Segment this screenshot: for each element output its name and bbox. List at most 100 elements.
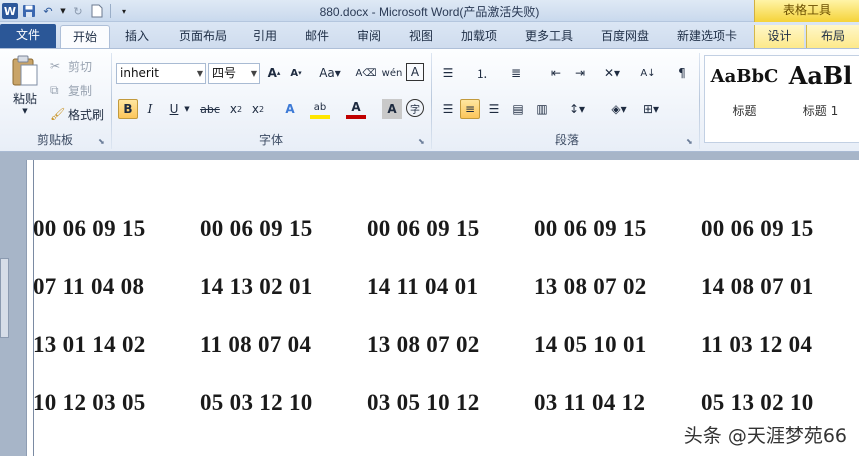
increase-indent-icon[interactable]: ⇥ (570, 63, 590, 83)
character-shading-icon[interactable]: A (382, 99, 402, 119)
copy-button[interactable]: ⧉ 复制 (50, 81, 92, 99)
underline-dropdown-icon[interactable]: ▼ (182, 99, 192, 119)
phonetic-guide-icon[interactable]: wén (382, 63, 403, 83)
tab-insert[interactable]: 插入 (116, 25, 158, 48)
sort-icon[interactable]: A↓ (638, 63, 658, 83)
tab-review[interactable]: 审阅 (350, 25, 388, 48)
align-center-icon[interactable]: ≡ (460, 99, 480, 119)
tab-baidu-netdisk[interactable]: 百度网盘 (594, 25, 656, 48)
align-left-icon[interactable]: ☰ (438, 99, 458, 119)
tab-table-layout[interactable]: 布局 (806, 25, 859, 48)
style-title[interactable]: AaBbC 标题 (707, 58, 782, 142)
style-heading-1[interactable]: AaBl 标题 1 (783, 58, 858, 142)
bullets-icon[interactable]: ☰ (438, 63, 458, 83)
cut-button[interactable]: ✂ 剪切 (50, 57, 92, 75)
show-formatting-marks-icon[interactable]: ¶ (672, 63, 692, 83)
document-page[interactable]: 00 06 09 15 00 06 09 15 00 06 09 15 00 0… (26, 160, 859, 456)
table-cell[interactable]: 00 06 09 15 (534, 216, 647, 242)
enclose-characters-icon[interactable]: 字 (406, 99, 424, 117)
tab-table-design[interactable]: 设计 (754, 25, 804, 48)
paragraph-launcher-icon[interactable]: ⬊ (686, 137, 693, 146)
paragraph-group-label: 段落 (554, 133, 579, 147)
document-area: 00 06 09 15 00 06 09 15 00 06 09 15 00 0… (0, 152, 859, 456)
clipboard-group-label: 剪贴板 (36, 133, 73, 147)
decrease-indent-icon[interactable]: ⇤ (546, 63, 566, 83)
strikethrough-button[interactable]: abc (198, 99, 222, 119)
grow-font-icon[interactable]: A ▴ (264, 63, 284, 83)
text-effects-icon[interactable]: A (280, 99, 300, 119)
table-cell[interactable]: 14 08 07 01 (701, 274, 814, 300)
chinese-layout-icon[interactable]: ✕▾ (598, 63, 626, 83)
tab-more-tools[interactable]: 更多工具 (518, 25, 580, 48)
italic-button[interactable]: I (140, 99, 160, 119)
align-right-icon[interactable]: ☰ (484, 99, 504, 119)
font-group-label: 字体 (258, 133, 283, 147)
bold-button[interactable]: B (118, 99, 138, 119)
table-cell[interactable]: 13 08 07 02 (534, 274, 647, 300)
tab-home[interactable]: 开始 (60, 25, 110, 48)
ribbon-home: 粘贴 ▼ ✂ 剪切 ⧉ 复制 🖌 格式刷 剪贴板 ⬊ inherit ▼ 四号 ▼ A… (0, 48, 859, 152)
window-title: 880.docx - Microsoft Word(产品激活失败) (319, 5, 540, 19)
paste-label: 粘贴 (12, 92, 37, 106)
tab-view[interactable]: 视图 (402, 25, 440, 48)
table-cell[interactable]: 03 11 04 12 (534, 390, 645, 416)
font-size-value: 四号 (212, 66, 237, 80)
numbering-icon[interactable]: ⒈ (472, 63, 492, 83)
table-cell[interactable]: 10 12 03 05 (33, 390, 146, 416)
table-cell[interactable]: 13 08 07 02 (367, 332, 480, 358)
table-cell[interactable]: 00 06 09 15 (200, 216, 313, 242)
justify-icon[interactable]: ▤ (508, 99, 528, 119)
style-heading-1-name: 标题 1 (802, 104, 839, 118)
tab-mailings[interactable]: 邮件 (298, 25, 336, 48)
borders-icon[interactable]: ⊞▾ (638, 99, 664, 119)
tab-add-ins[interactable]: 加载项 (454, 25, 504, 48)
clipboard-launcher-icon[interactable]: ⬊ (98, 137, 105, 146)
font-color-icon[interactable]: A (346, 99, 366, 119)
table-cell[interactable]: 14 05 10 01 (534, 332, 647, 358)
table-cell[interactable]: 00 06 09 15 (701, 216, 814, 242)
ribbon-tabs: 文件 开始 插入 页面布局 引用 邮件 审阅 视图 加载项 更多工具 百度网盘 … (0, 22, 859, 48)
tab-page-layout[interactable]: 页面布局 (170, 25, 236, 48)
left-navigation-tab[interactable] (0, 258, 9, 338)
highlight-color-icon[interactable]: ab (310, 99, 330, 119)
table-tools-context-title: 表格工具 (754, 0, 859, 22)
distributed-icon[interactable]: ▥ (532, 99, 552, 119)
cut-label: 剪切 (68, 59, 93, 74)
character-border-icon[interactable]: A (406, 63, 424, 81)
shading-icon[interactable]: ◈▾ (606, 99, 632, 119)
table-cell[interactable]: 11 08 07 04 (200, 332, 311, 358)
format-painter-button[interactable]: 🖌 格式刷 (50, 105, 104, 123)
table-cell[interactable]: 14 13 02 01 (200, 274, 313, 300)
table-cell[interactable]: 05 03 12 10 (200, 390, 313, 416)
tab-new-tab[interactable]: 新建选项卡 (670, 25, 744, 48)
font-size-combo[interactable]: 四号 ▼ (208, 63, 260, 84)
paste-button[interactable]: 粘贴 ▼ (6, 55, 44, 121)
style-title-name: 标题 (732, 104, 757, 118)
font-name-combo[interactable]: inherit ▼ (116, 63, 206, 84)
table-cell[interactable]: 13 01 14 02 (33, 332, 146, 358)
chevron-down-icon: ▼ (196, 69, 203, 78)
table-cell[interactable]: 03 05 10 12 (367, 390, 480, 416)
line-spacing-icon[interactable]: ↕▾ (564, 99, 590, 119)
table-cell[interactable]: 05 13 02 10 (701, 390, 814, 416)
subscript-button[interactable]: x2 (226, 99, 246, 119)
copy-icon: ⧉ (50, 82, 59, 97)
font-launcher-icon[interactable]: ⬊ (418, 137, 425, 146)
table-cell[interactable]: 07 11 04 08 (33, 274, 144, 300)
multilevel-list-icon[interactable]: ≣ (506, 63, 526, 83)
table-cell[interactable]: 11 03 12 04 (701, 332, 812, 358)
table-cell[interactable]: 00 06 09 15 (33, 216, 146, 242)
superscript-button[interactable]: x2 (248, 99, 268, 119)
shrink-font-icon[interactable]: A ▾ (286, 63, 306, 83)
table-cell[interactable]: 00 06 09 15 (367, 216, 480, 242)
chevron-down-icon: ▼ (250, 69, 257, 78)
copy-label: 复制 (68, 83, 93, 98)
underline-button[interactable]: U (164, 99, 184, 119)
clear-formatting-icon[interactable]: A⌫ (356, 63, 377, 83)
table-cell[interactable]: 14 11 04 01 (367, 274, 478, 300)
tab-references[interactable]: 引用 (246, 25, 284, 48)
style-heading-1-sample: AaBl (788, 61, 853, 90)
tab-file[interactable]: 文件 (0, 24, 56, 48)
change-case-icon[interactable]: Aa▾ (316, 63, 344, 83)
styles-gallery: AaBbC 标题 AaBl 标题 1 (704, 55, 859, 143)
